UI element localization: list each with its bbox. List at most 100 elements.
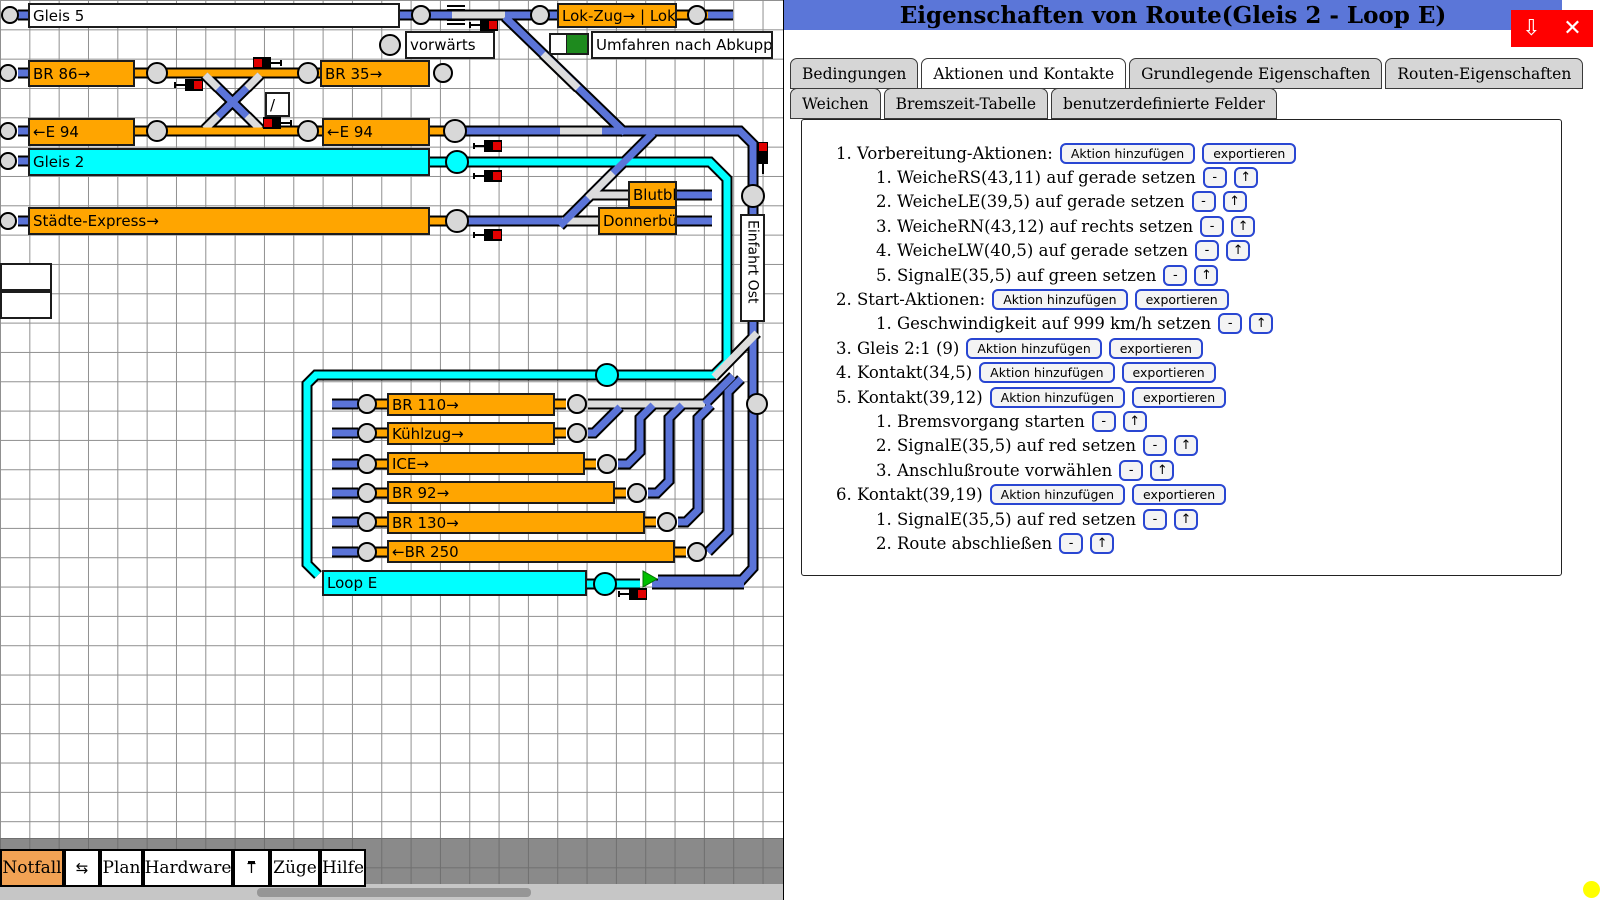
- label-einfahrt-ost[interactable]: Einfahrt Ost: [740, 214, 765, 322]
- field-umfahren[interactable]: Umfahren nach Abkuppeln: [591, 31, 773, 59]
- hilfe-button[interactable]: Hilfe: [320, 849, 366, 887]
- move-up-button[interactable]: ↑: [1150, 460, 1174, 481]
- tab-bremszeit-tabelle[interactable]: Bremszeit-Tabelle: [884, 88, 1048, 119]
- remove-action-button[interactable]: -: [1143, 509, 1167, 530]
- field-vorwaerts[interactable]: vorwärts: [405, 31, 495, 59]
- track-connector-dot: [298, 63, 318, 83]
- hardware-button[interactable]: Hardware: [143, 849, 233, 887]
- move-up-button[interactable]: ↑: [1249, 313, 1273, 334]
- move-up-button[interactable]: ↑: [1231, 216, 1255, 237]
- export-button[interactable]: exportieren: [1135, 289, 1229, 310]
- block-kuehlzug[interactable]: Kühlzug→: [387, 422, 555, 445]
- move-up-button[interactable]: ↑: [1194, 265, 1218, 286]
- action-item-label: 1. SignalE(35,5) auf red setzen: [876, 510, 1136, 529]
- schedule-icon: T: [248, 861, 256, 875]
- block-lok-zug[interactable]: Lok-Zug→ | Lok-Zug: [557, 3, 677, 28]
- schedule-icon-button[interactable]: T: [233, 849, 270, 887]
- track-connector-dot: [358, 543, 376, 561]
- export-button[interactable]: exportieren: [1132, 484, 1226, 505]
- remove-action-button[interactable]: -: [1163, 265, 1187, 286]
- block-br-130[interactable]: BR 130→: [387, 511, 645, 534]
- track-connector-dot: [446, 151, 468, 173]
- block-br-86[interactable]: BR 86→: [28, 60, 135, 87]
- add-action-button[interactable]: Aktion hinzufügen: [992, 289, 1127, 310]
- block-gleis-5[interactable]: Gleis 5: [28, 3, 400, 28]
- minimize-arrow-icon[interactable]: ⇩: [1511, 10, 1552, 47]
- move-up-button[interactable]: ↑: [1123, 411, 1147, 432]
- block-ice[interactable]: ICE→: [387, 452, 585, 475]
- umfahren-checkbox-on[interactable]: [567, 33, 589, 55]
- swap-direction-icon-button[interactable]: ⇆: [64, 849, 100, 887]
- signal-icon: [474, 170, 502, 182]
- track-connector-dot: [358, 424, 376, 442]
- block-br-250[interactable]: ←BR 250: [387, 540, 675, 563]
- add-action-button[interactable]: Aktion hinzufügen: [1060, 143, 1195, 164]
- block-e94-west[interactable]: ←E 94: [28, 118, 135, 146]
- remove-action-button[interactable]: -: [1203, 167, 1227, 188]
- move-up-button[interactable]: ↑: [1223, 191, 1247, 212]
- section-title: 4. Kontakt(34,5): [836, 363, 972, 382]
- plan-button[interactable]: Plan: [100, 849, 143, 887]
- remove-action-button[interactable]: -: [1059, 533, 1083, 554]
- dialog-titlebar[interactable]: Eigenschaften von Route(Gleis 2 - Loop E…: [784, 0, 1562, 30]
- tab-benutzerdefinierte-felder[interactable]: benutzerdefinierte Felder: [1051, 88, 1277, 119]
- close-icon[interactable]: ✕: [1552, 10, 1593, 47]
- remove-action-button[interactable]: -: [1200, 216, 1224, 237]
- block-blutblase[interactable]: Blutblase: [628, 181, 677, 208]
- tab-weichen[interactable]: Weichen: [790, 88, 881, 119]
- action-item-row: 3. Anschlußroute vorwählen-↑: [876, 458, 1561, 482]
- remove-action-button[interactable]: -: [1092, 411, 1116, 432]
- move-up-button[interactable]: ↑: [1090, 533, 1114, 554]
- track-connector-dot: [0, 153, 16, 169]
- block-br-92[interactable]: BR 92→: [387, 481, 615, 504]
- block-donnerbuechse[interactable]: Donnerbüchse: [598, 207, 677, 235]
- track-connector-dot: [358, 513, 376, 531]
- action-item-row: 5. SignalE(35,5) auf green setzen-↑: [876, 263, 1561, 287]
- export-button[interactable]: exportieren: [1202, 143, 1296, 164]
- add-action-button[interactable]: Aktion hinzufügen: [966, 338, 1101, 359]
- add-action-button[interactable]: Aktion hinzufügen: [979, 362, 1114, 383]
- track-plan-panel[interactable]: Gleis 5 Lok-Zug→ | Lok-Zug vorwärts Umfahre…: [0, 0, 783, 900]
- block-br-35[interactable]: BR 35→: [320, 60, 430, 87]
- track-connector-dot: [568, 395, 586, 413]
- notfall-button[interactable]: Notfall: [0, 849, 64, 887]
- move-up-button[interactable]: ↑: [1226, 240, 1250, 261]
- sensor-slash[interactable]: /: [265, 92, 290, 117]
- remove-action-button[interactable]: -: [1192, 191, 1216, 212]
- track-connector-dot: [0, 65, 16, 81]
- track-connector-dot: [688, 6, 706, 24]
- move-up-button[interactable]: ↑: [1234, 167, 1258, 188]
- tab-routen-eigenschaften[interactable]: Routen-Eigenschaften: [1385, 58, 1583, 89]
- action-item-label: 3. WeicheRN(43,12) auf rechts setzen: [876, 217, 1193, 236]
- action-item-row: 4. WeicheLW(40,5) auf gerade setzen-↑: [876, 239, 1561, 263]
- section-title: 5. Kontakt(39,12): [836, 388, 983, 407]
- export-button[interactable]: exportieren: [1109, 338, 1203, 359]
- tab-aktionen-und-kontakte[interactable]: Aktionen und Kontakte: [921, 58, 1126, 89]
- scrollbar-thumb[interactable]: [257, 888, 531, 897]
- action-item-label: 2. WeicheLE(39,5) auf gerade setzen: [876, 192, 1185, 211]
- empty-box-2[interactable]: [0, 291, 52, 319]
- remove-action-button[interactable]: -: [1218, 313, 1242, 334]
- block-loop-e[interactable]: Loop E: [322, 570, 587, 596]
- tab-bedingungen[interactable]: Bedingungen: [790, 58, 918, 89]
- block-e94-east[interactable]: ←E 94: [322, 118, 430, 146]
- add-action-button[interactable]: Aktion hinzufügen: [990, 484, 1125, 505]
- remove-action-button[interactable]: -: [1195, 240, 1219, 261]
- export-button[interactable]: exportieren: [1132, 387, 1226, 408]
- tab-grundlegende-eigenschaften[interactable]: Grundlegende Eigenschaften: [1129, 58, 1382, 89]
- move-up-button[interactable]: ↑: [1174, 435, 1198, 456]
- move-up-button[interactable]: ↑: [1174, 509, 1198, 530]
- remove-action-button[interactable]: -: [1119, 460, 1143, 481]
- block-br-110[interactable]: BR 110→: [387, 393, 555, 416]
- empty-box-1[interactable]: [0, 263, 52, 291]
- track-connector-dot: [531, 6, 549, 24]
- export-button[interactable]: exportieren: [1122, 362, 1216, 383]
- block-gleis-2[interactable]: Gleis 2: [28, 148, 430, 176]
- umfahren-checkbox-off[interactable]: [549, 33, 568, 55]
- track-connector-dot: [147, 121, 167, 141]
- signal-icon: [474, 140, 502, 152]
- block-staedte-express[interactable]: Städte-Express→: [28, 207, 430, 235]
- remove-action-button[interactable]: -: [1143, 435, 1167, 456]
- add-action-button[interactable]: Aktion hinzufügen: [990, 387, 1125, 408]
- zuege-button[interactable]: Züge: [270, 849, 320, 887]
